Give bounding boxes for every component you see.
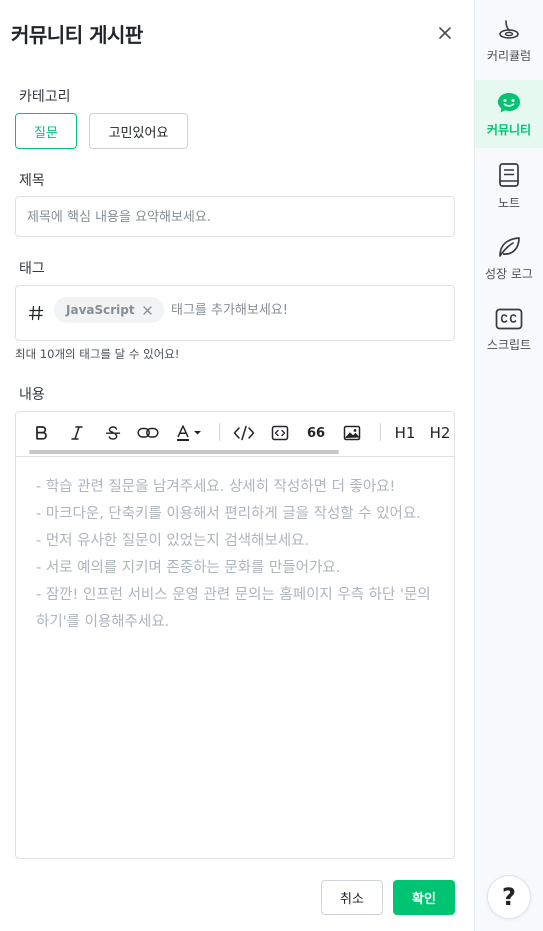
category-question-chip[interactable]: 질문: [15, 113, 77, 149]
rail-item-growth-log[interactable]: 성장 로그: [475, 224, 543, 292]
heading2-label: H2: [429, 424, 451, 442]
code-block-button[interactable]: [270, 422, 290, 444]
close-button[interactable]: [434, 22, 456, 44]
heading1-label: H1: [394, 424, 416, 442]
tags-field-box: JavaScript: [15, 285, 455, 341]
italic-icon: [71, 426, 83, 440]
rail-item-note[interactable]: 노트: [475, 152, 543, 220]
toolbar-divider: [219, 423, 220, 441]
bold-icon: [36, 426, 47, 440]
subject-label: 제목: [19, 173, 45, 189]
editor-toolbar: 66 H1 H2: [16, 412, 454, 457]
rail-label: 성장 로그: [485, 266, 533, 281]
cancel-button[interactable]: 취소: [321, 880, 383, 915]
note-icon: [499, 162, 519, 187]
tags-hint: 최대 10개의 태그를 달 수 있어요!: [15, 347, 180, 361]
rail-item-curriculum[interactable]: 커리큘럼: [475, 6, 543, 74]
page-title: 커뮤니티 게시판: [11, 23, 143, 47]
guide-line: - 마크다운, 단축키를 이용해서 편리하게 글을 작성할 수 있어요.: [36, 506, 421, 522]
script-icon: [495, 308, 523, 329]
bold-button[interactable]: [30, 422, 52, 444]
text-color-button[interactable]: [174, 422, 204, 444]
link-icon: [137, 427, 159, 438]
side-rail: 커리큘럼 커뮤니티 노트 성장 로그 스크립트: [474, 0, 543, 931]
content-editor[interactable]: 66 H1 H2 - 학습 관련 질문을 남겨주세요. 상세히 작성하면 더 좋…: [15, 411, 455, 859]
quote-button[interactable]: 66: [304, 422, 328, 444]
subject-field-box: [15, 196, 455, 237]
close-icon: [439, 27, 451, 39]
italic-button[interactable]: [66, 422, 88, 444]
tag-chip-label: JavaScript: [66, 303, 135, 317]
heading1-button[interactable]: H1: [393, 422, 417, 444]
community-icon: [498, 92, 520, 112]
heading2-button[interactable]: H2: [428, 422, 452, 444]
rail-label: 스크립트: [486, 337, 532, 352]
hash-icon: [28, 305, 44, 325]
code-icon: [233, 425, 255, 441]
tag-input[interactable]: [171, 301, 441, 319]
strikethrough-button[interactable]: [102, 422, 124, 444]
rail-label: 노트: [497, 195, 521, 210]
text-color-icon: [177, 425, 201, 441]
strikethrough-icon: [105, 426, 121, 440]
content-label: 내용: [19, 387, 45, 403]
rail-label: 커리큘럼: [486, 48, 532, 63]
help-button[interactable]: ?: [487, 875, 531, 919]
confirm-button[interactable]: 확인: [393, 880, 455, 915]
code-button[interactable]: [232, 422, 256, 444]
quote-icon: 66: [306, 425, 326, 441]
community-post-panel: 커뮤니티 게시판 카테고리 질문 고민있어요 제목 태그 JavaScript …: [0, 0, 474, 931]
category-label: 카테고리: [19, 89, 71, 105]
link-button[interactable]: [136, 422, 160, 444]
close-icon: [142, 305, 152, 315]
image-button[interactable]: [342, 422, 362, 444]
subject-input[interactable]: [27, 208, 437, 226]
tag-chip: JavaScript: [54, 297, 164, 323]
category-concern-chip[interactable]: 고민있어요: [89, 113, 188, 149]
toolbar-scrollbar[interactable]: [29, 450, 339, 454]
guide-line: - 서로 예의를 지키며 존중하는 문화를 만들어가요.: [36, 560, 341, 576]
guide-line: - 학습 관련 질문을 남겨주세요. 상세히 작성하면 더 좋아요!: [36, 479, 396, 495]
tags-label: 태그: [19, 261, 45, 277]
guide-line: - 잠깐! 인프런 서비스 운영 관련 문의는 홈페이지 우측 하단 '문의하기…: [36, 587, 431, 630]
rail-item-script[interactable]: 스크립트: [475, 296, 543, 364]
tag-remove-button[interactable]: [142, 305, 152, 315]
code-block-icon: [271, 425, 289, 441]
question-mark-icon: ?: [502, 883, 516, 911]
image-icon: [343, 425, 361, 441]
rail-item-community[interactable]: 커뮤니티: [475, 80, 543, 148]
guide-line: - 먼저 유사한 질문이 있었는지 검색해보세요.: [36, 533, 310, 549]
growth-log-icon: [499, 236, 520, 257]
curriculum-icon: [499, 19, 519, 39]
rail-label: 커뮤니티: [486, 122, 532, 137]
editor-placeholder-guide: - 학습 관련 질문을 남겨주세요. 상세히 작성하면 더 좋아요! - 마크다…: [36, 474, 436, 636]
toolbar-divider: [380, 423, 381, 441]
